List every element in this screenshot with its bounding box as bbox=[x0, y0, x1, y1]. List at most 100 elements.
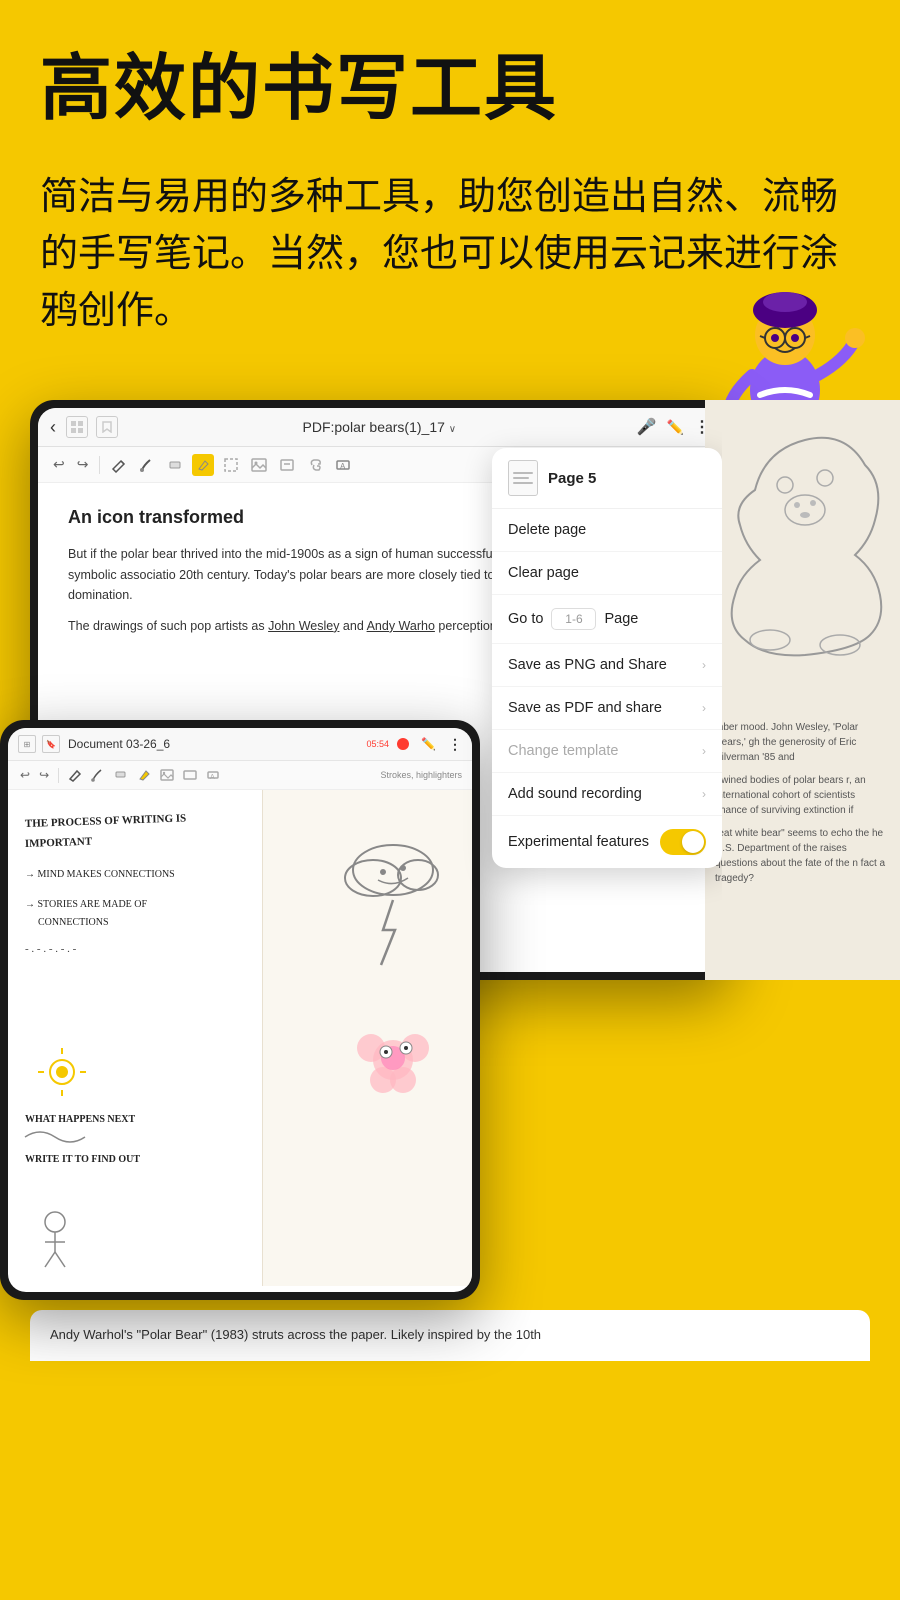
svg-text:WRITE IT TO FIND OUT: WRITE IT TO FIND OUT bbox=[25, 1154, 140, 1165]
goto-container: Go to Page bbox=[508, 608, 638, 630]
handwriting-area: THE PROCESS OF WRITING IS IMPORTANT → MI… bbox=[8, 790, 258, 1286]
save-png-label: Save as PNG and Share bbox=[508, 657, 667, 673]
text-tool-icon[interactable] bbox=[276, 454, 298, 476]
image-tool-icon[interactable] bbox=[248, 454, 270, 476]
notebook-content-area: THE PROCESS OF WRITING IS IMPORTANT → MI… bbox=[8, 790, 472, 1286]
change-template-label: Change template bbox=[508, 743, 618, 759]
tb-brush-tool[interactable] bbox=[89, 766, 107, 784]
clear-page-label: Clear page bbox=[508, 565, 579, 581]
hero-section: 高效的书写工具 简洁与易用的多种工具，助您创造出自然、流畅的手写笔记。当然，您也… bbox=[0, 0, 900, 360]
goto-label: Go to bbox=[508, 611, 543, 627]
experimental-item[interactable]: Experimental features bbox=[492, 816, 722, 868]
undo-button[interactable]: ↩ bbox=[50, 453, 68, 476]
experimental-toggle[interactable] bbox=[660, 829, 706, 855]
tb-record-indicator bbox=[397, 738, 409, 750]
back-button[interactable]: ‹ bbox=[50, 417, 56, 438]
right-doc-text: mber mood. John Wesley, 'Polar Bears,' g… bbox=[715, 720, 890, 886]
tb-image-tool[interactable] bbox=[158, 766, 176, 784]
right-doc-para-2: rtwined bodies of polar bears r, an inte… bbox=[715, 773, 890, 818]
change-template-arrow: › bbox=[702, 744, 706, 758]
mic-icon[interactable]: 🎤 bbox=[637, 417, 657, 437]
bookmark-icon[interactable] bbox=[96, 416, 118, 438]
svg-text:A: A bbox=[340, 462, 346, 471]
save-png-arrow: › bbox=[702, 658, 706, 672]
tb-document-title: Document 03-26_6 bbox=[68, 737, 359, 751]
svg-text:- . - . - . - . -: - . - . - . - . - bbox=[25, 943, 77, 955]
save-pdf-arrow: › bbox=[702, 701, 706, 715]
tb-strokes-label: Strokes, highlighters bbox=[380, 770, 462, 780]
page-thumbnail-icon bbox=[508, 460, 538, 496]
clear-page-item[interactable]: Clear page bbox=[492, 552, 722, 595]
brush-tool-icon[interactable] bbox=[136, 454, 158, 476]
add-sound-item[interactable]: Add sound recording › bbox=[492, 773, 722, 816]
marker-tool-icon[interactable] bbox=[164, 454, 186, 476]
tb-eraser-tool[interactable] bbox=[135, 766, 153, 784]
page-line-1 bbox=[513, 472, 533, 474]
link-tool-icon[interactable] bbox=[304, 454, 326, 476]
svg-text:THE PROCESS OF WRITING IS: THE PROCESS OF WRITING IS bbox=[25, 813, 187, 831]
tb-more-options[interactable]: ⋮ bbox=[448, 736, 462, 753]
add-sound-arrow: › bbox=[702, 787, 706, 801]
text-box-icon[interactable]: A bbox=[332, 454, 354, 476]
toggle-knob bbox=[682, 831, 704, 853]
tb-text-tool[interactable] bbox=[181, 766, 199, 784]
page-line-2 bbox=[513, 477, 529, 479]
right-doc-panel: mber mood. John Wesley, 'Polar Bears,' g… bbox=[705, 400, 900, 980]
tb-undo[interactable]: ↩ bbox=[18, 766, 32, 784]
delete-page-label: Delete page bbox=[508, 522, 586, 538]
eraser-tool-icon[interactable] bbox=[192, 454, 214, 476]
tb-pen-tool[interactable] bbox=[66, 766, 84, 784]
tb-divider bbox=[58, 768, 59, 783]
pen-tool-icon[interactable] bbox=[108, 454, 130, 476]
tb-redo[interactable]: ↪ bbox=[37, 766, 51, 784]
bottom-strip-text: Andy Warhol's "Polar Bear" (1983) struts… bbox=[50, 1325, 850, 1346]
tablet-bottom-screen: ⊞ 🔖 Document 03-26_6 05:54 ✏️ ⋮ ↩ ↪ bbox=[8, 728, 472, 1292]
save-png-item[interactable]: Save as PNG and Share › bbox=[492, 644, 722, 687]
tb-pen-icon[interactable]: ✏️ bbox=[421, 737, 436, 751]
svg-text:WHAT HAPPENS NEXT: WHAT HAPPENS NEXT bbox=[25, 1114, 136, 1125]
selection-tool-icon[interactable] bbox=[220, 454, 242, 476]
goto-page-item[interactable]: Go to Page bbox=[492, 595, 722, 644]
bottom-section: Andy Warhol's "Polar Bear" (1983) struts… bbox=[0, 1300, 900, 1361]
pen-icon[interactable]: ✏️ bbox=[667, 419, 684, 436]
title-dropdown-arrow[interactable]: ∨ bbox=[449, 424, 456, 435]
tb-bookmark-icon[interactable]: 🔖 bbox=[42, 735, 60, 753]
save-pdf-item[interactable]: Save as PDF and share › bbox=[492, 687, 722, 730]
right-doc-para-1: mber mood. John Wesley, 'Polar Bears,' g… bbox=[715, 720, 890, 765]
svg-text:IMPORTANT: IMPORTANT bbox=[25, 836, 93, 850]
tb-link-tool[interactable]: A bbox=[204, 766, 222, 784]
save-pdf-label: Save as PDF and share bbox=[508, 700, 662, 716]
tb-marker-tool[interactable] bbox=[112, 766, 130, 784]
redo-button[interactable]: ↪ bbox=[74, 453, 92, 476]
grid-icon[interactable] bbox=[66, 416, 88, 438]
dropdown-header: Page 5 bbox=[492, 448, 722, 509]
john-wesley-link[interactable]: John Wesley bbox=[268, 619, 339, 633]
page-lines bbox=[513, 472, 533, 484]
page-number-label: Page 5 bbox=[548, 470, 596, 487]
svg-text:→ STORIES ARE MADE OF: → STORIES ARE MADE OF bbox=[25, 899, 147, 910]
tablet-bottom: ⊞ 🔖 Document 03-26_6 05:54 ✏️ ⋮ ↩ ↪ bbox=[0, 720, 480, 1300]
tablet-bottom-header: ⊞ 🔖 Document 03-26_6 05:54 ✏️ ⋮ bbox=[8, 728, 472, 761]
page-word: Page bbox=[604, 611, 638, 627]
experimental-label: Experimental features bbox=[508, 834, 649, 850]
tablet-bottom-toolbar: ↩ ↪ bbox=[8, 761, 472, 790]
tb-header-icons: ⊞ 🔖 bbox=[18, 735, 60, 753]
tb-timer: 05:54 bbox=[367, 739, 390, 749]
hero-title: 高效的书写工具 bbox=[40, 50, 860, 129]
goto-input[interactable] bbox=[551, 608, 596, 630]
andy-warhol-link[interactable]: Andy Warho bbox=[367, 619, 435, 633]
tablet-header: ‹ PDF:polar bears(1)_17 ∨ 🎤 ✏️ ⋮ bbox=[38, 408, 722, 447]
bottom-document-strip: Andy Warhol's "Polar Bear" (1983) struts… bbox=[30, 1310, 870, 1361]
add-sound-label: Add sound recording bbox=[508, 786, 642, 802]
change-template-item[interactable]: Change template › bbox=[492, 730, 722, 773]
document-title: PDF:polar bears(1)_17 ∨ bbox=[132, 419, 627, 435]
tb-grid-icon[interactable]: ⊞ bbox=[18, 735, 36, 753]
delete-page-item[interactable]: Delete page bbox=[492, 509, 722, 552]
svg-text:→ MIND MAKES CONNECTIONS: → MIND MAKES CONNECTIONS bbox=[25, 869, 175, 880]
header-icons bbox=[66, 416, 118, 438]
sketch-area bbox=[262, 790, 472, 1286]
svg-text:A: A bbox=[210, 774, 215, 781]
context-menu: Page 5 Delete page Clear page Go to Page bbox=[492, 448, 722, 868]
right-doc-para-3: reat white bear" seems to echo the he U.… bbox=[715, 826, 890, 886]
toolbar-divider-1 bbox=[99, 456, 100, 474]
